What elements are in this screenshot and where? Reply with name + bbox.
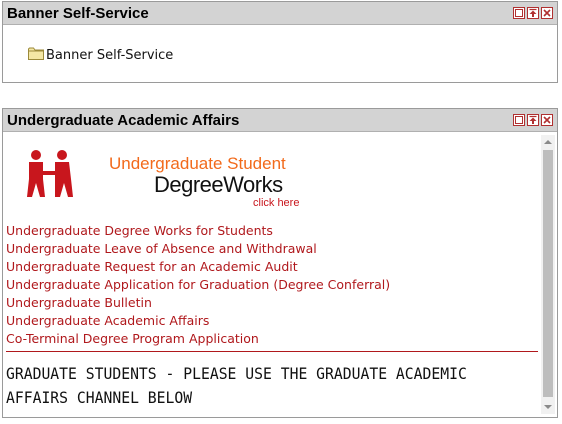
channel-title: Banner Self-Service (7, 4, 149, 22)
channel-header: Banner Self-Service (3, 2, 557, 25)
scroll-down-icon[interactable] (541, 400, 555, 414)
link-academic-affairs[interactable]: Undergraduate Academic Affairs (6, 312, 390, 330)
graduate-notice: GRADUATE STUDENTS - PLEASE USE THE GRADU… (6, 364, 467, 407)
link-academic-audit[interactable]: Undergraduate Request for an Academic Au… (6, 258, 390, 276)
students-figures-icon (27, 150, 73, 197)
link-co-terminal[interactable]: Co-Terminal Degree Program Application (6, 330, 390, 348)
channel-title: Undergraduate Academic Affairs (7, 111, 240, 129)
logo-line1: Undergraduate Student (109, 154, 286, 173)
close-icon[interactable] (541, 114, 553, 126)
link-degree-works[interactable]: Undergraduate Degree Works for Students (6, 222, 390, 240)
channel-controls (513, 7, 553, 19)
close-icon[interactable] (541, 7, 553, 19)
minimize-icon[interactable] (513, 114, 525, 126)
link-graduation-application[interactable]: Undergraduate Application for Graduation… (6, 276, 390, 294)
scroll-up-icon[interactable] (541, 135, 555, 149)
channel-controls (513, 114, 553, 126)
channel-header: Undergraduate Academic Affairs (3, 109, 557, 132)
banner-self-service-channel: Banner Self-Service Banner Self-Service (2, 1, 558, 83)
vertical-scrollbar[interactable] (541, 135, 555, 414)
minimize-icon[interactable] (513, 7, 525, 19)
link-leave-of-absence[interactable]: Undergraduate Leave of Absence and Withd… (6, 240, 390, 258)
divider (6, 351, 538, 352)
folder-link[interactable]: Banner Self-Service (28, 47, 173, 64)
move-to-top-icon[interactable] (527, 7, 539, 19)
folder-icon (28, 47, 44, 64)
logo-line3: click here (253, 197, 299, 209)
links-list: Undergraduate Degree Works for Students … (6, 222, 390, 348)
logo-line2: DegreeWorks (154, 172, 283, 197)
link-bulletin[interactable]: Undergraduate Bulletin (6, 294, 390, 312)
scrollbar-thumb[interactable] (543, 150, 553, 397)
undergraduate-academic-affairs-channel: Undergraduate Academic Affairs Undergrad… (2, 108, 558, 418)
degreeworks-logo[interactable]: Undergraduate Student DegreeWorks click … (21, 149, 311, 213)
move-to-top-icon[interactable] (527, 114, 539, 126)
channel-body: Undergraduate Student DegreeWorks click … (3, 132, 557, 417)
folder-label: Banner Self-Service (46, 48, 174, 63)
